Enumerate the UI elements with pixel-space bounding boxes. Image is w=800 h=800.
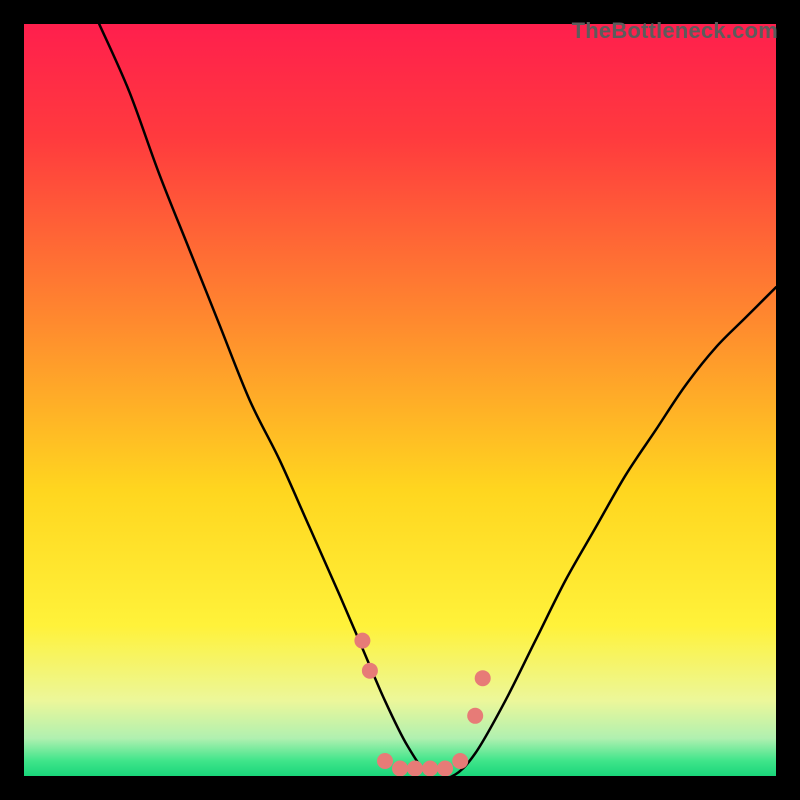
- chart-svg: [24, 24, 776, 776]
- watermark-label: TheBottleneck.com: [572, 18, 778, 44]
- chart-marker: [422, 761, 438, 777]
- chart-marker: [437, 761, 453, 777]
- chart-marker: [354, 633, 370, 649]
- chart-marker: [467, 708, 483, 724]
- chart-marker: [475, 670, 491, 686]
- chart-marker: [392, 761, 408, 777]
- chart-marker: [362, 663, 378, 679]
- chart-marker: [377, 753, 393, 769]
- chart-background: [24, 24, 776, 776]
- chart-marker: [452, 753, 468, 769]
- chart-frame: [15, 15, 785, 785]
- chart-plot-area: [24, 24, 776, 776]
- chart-marker: [407, 761, 423, 777]
